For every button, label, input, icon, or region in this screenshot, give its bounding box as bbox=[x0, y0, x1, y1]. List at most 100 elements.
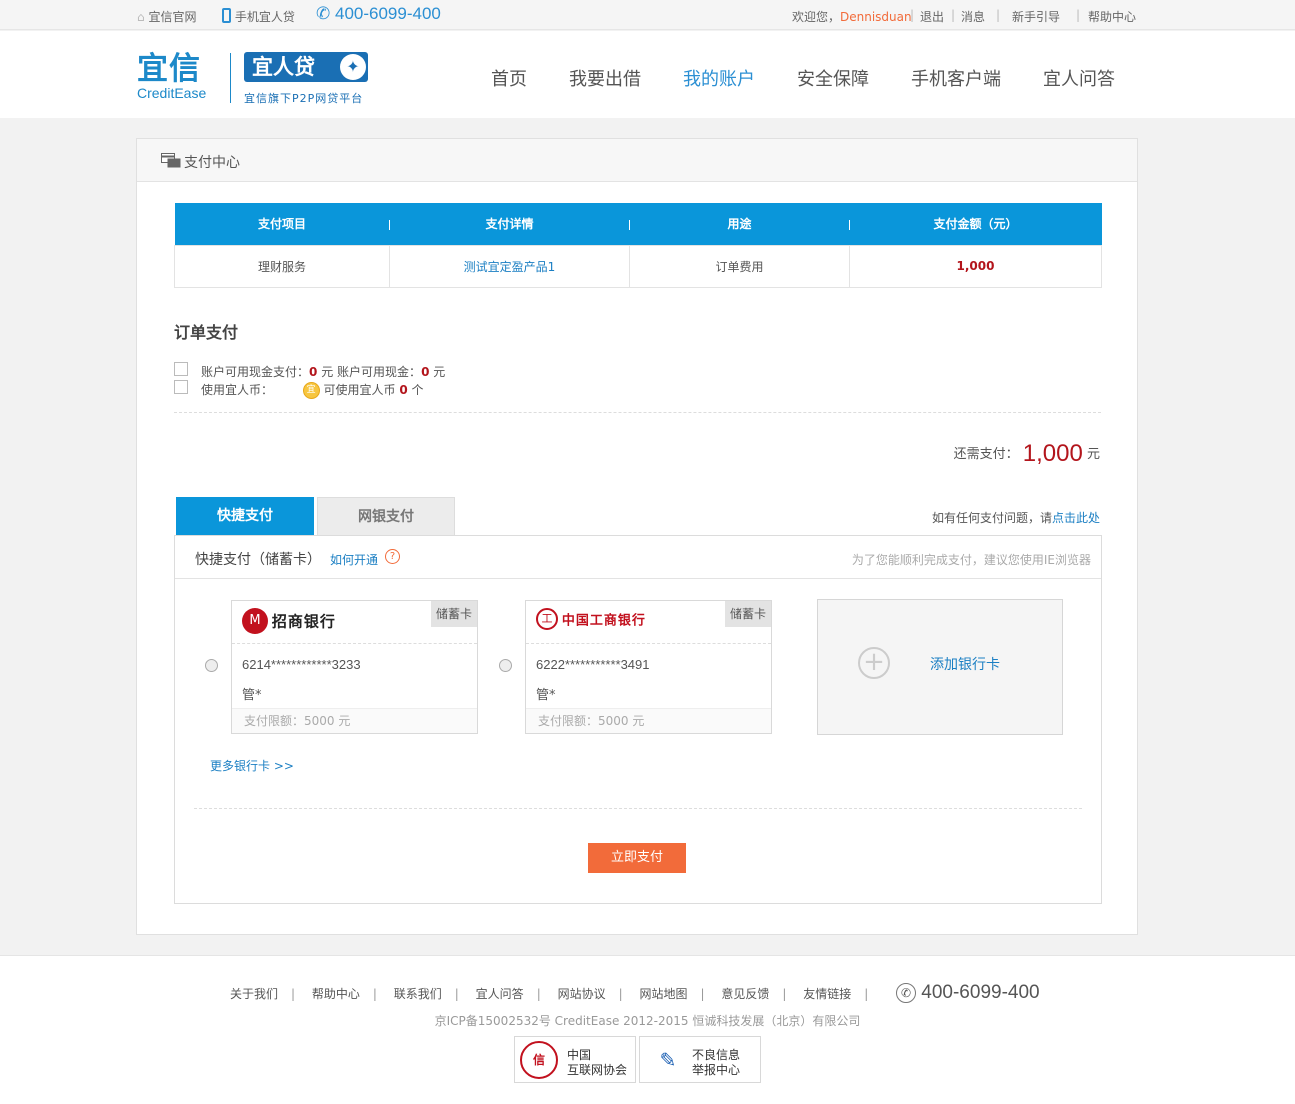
table-cell-amount: 1,000 bbox=[849, 244, 1102, 288]
order-payment-title: 订单支付 bbox=[174, 323, 239, 342]
help-link[interactable]: 点击此处 bbox=[1052, 511, 1100, 525]
footer-link-agreement[interactable]: 网站协议 bbox=[558, 987, 606, 1001]
divider bbox=[174, 412, 1101, 413]
mobile-icon bbox=[222, 8, 231, 23]
bank-card-radio-icbc[interactable] bbox=[499, 659, 512, 672]
guide-link[interactable]: 新手引导 bbox=[1012, 8, 1060, 25]
page-title: 支付中心 bbox=[184, 155, 240, 171]
table-row: 理财服务 测试宜定盈产品1 订单费用 1,000 bbox=[174, 244, 1102, 288]
cmb-logo: M 招商银行 bbox=[242, 608, 336, 636]
footer-link-sitemap[interactable]: 网站地图 bbox=[639, 987, 687, 1001]
table-header: 支付详情 bbox=[389, 203, 630, 245]
report-center-icon: ✎ bbox=[659, 1048, 677, 1072]
yirendai-logo[interactable]: 宜人贷 ✦ bbox=[244, 52, 368, 82]
welcome-text: 欢迎您，Dennisduan bbox=[792, 10, 912, 24]
amount-due-value: 1,000 bbox=[1022, 440, 1083, 467]
coin-icon: 宜 bbox=[302, 382, 320, 399]
add-bank-card-label: 添加银行卡 bbox=[930, 657, 1000, 673]
nav-lend[interactable]: 我要出借 bbox=[569, 65, 641, 91]
plus-icon: + bbox=[858, 647, 890, 679]
table-cell-usage: 订单费用 bbox=[629, 244, 850, 288]
bank-card-icbc[interactable]: 工 中国工商银行 储蓄卡 6222***********3491 管* 支付限额… bbox=[525, 600, 772, 734]
top-bar: ⌂ 宜信官网 手机宜人贷 ✆ 400-6099-400 欢迎您，Dennisdu… bbox=[0, 0, 1295, 30]
nav-qa[interactable]: 宜人问答 bbox=[1043, 65, 1115, 91]
product-link[interactable]: 测试宜定盈产品1 bbox=[389, 244, 630, 288]
help-center-link[interactable]: 帮助中心 bbox=[1088, 8, 1136, 25]
footer-hotline: ✆ 400-6099-400 bbox=[896, 982, 1040, 1004]
footer-link-help[interactable]: 帮助中心 bbox=[312, 987, 360, 1001]
footer-link-qa[interactable]: 宜人问答 bbox=[476, 987, 524, 1001]
payment-icon bbox=[161, 153, 181, 168]
bank-card-radio-cmb[interactable] bbox=[205, 659, 218, 672]
cash-payment-checkbox[interactable] bbox=[174, 362, 188, 376]
table-header: 用途 bbox=[629, 203, 850, 245]
site-footer: 关于我们 | 帮助中心 | 联系我们 | 宜人问答 | 网站协议 | 网站地图 | 意见反馈… bbox=[0, 955, 1295, 1104]
report-center-seal[interactable]: ✎ 不良信息 举报中心 bbox=[639, 1036, 761, 1083]
amount-due: 还需支付： 1,000 元 bbox=[953, 440, 1100, 467]
footer-link-feedback[interactable]: 意见反馈 bbox=[721, 987, 769, 1001]
messages-link[interactable]: 消息 bbox=[961, 8, 985, 25]
quick-pay-pane: 快捷支付（储蓄卡） 如何开通 ? 为了您能顺利完成支付，建议您使用IE浏览器 M… bbox=[174, 535, 1102, 904]
footer-link-about[interactable]: 关于我们 bbox=[230, 987, 278, 1001]
browser-tip: 为了您能顺利完成支付，建议您使用IE浏览器 bbox=[851, 553, 1091, 567]
separator: | bbox=[996, 8, 1001, 22]
creditease-logo[interactable]: 宜信 CreditEase bbox=[137, 52, 206, 100]
payment-center-card: 支付中心 支付项目 支付详情 用途 支付金额（元） 理财服务 测试宜定盈产品1 … bbox=[136, 138, 1138, 935]
separator: | bbox=[1076, 8, 1081, 22]
divider bbox=[194, 808, 1082, 809]
hotline: ✆ 400-6099-400 bbox=[316, 4, 441, 23]
icbc-logo: 工 中国工商银行 bbox=[536, 608, 646, 636]
pay-now-button[interactable]: 立即支付 bbox=[588, 843, 686, 873]
table-header: 支付项目 bbox=[174, 203, 390, 245]
separator: | bbox=[910, 8, 915, 22]
logo-subtitle: 宜信旗下P2P网贷平台 bbox=[244, 92, 364, 105]
pane-title: 快捷支付（储蓄卡） bbox=[195, 552, 321, 568]
card-holder: 管* bbox=[536, 688, 556, 703]
add-bank-card-button[interactable]: + 添加银行卡 bbox=[817, 599, 1063, 735]
tab-online-banking[interactable]: 网银支付 bbox=[317, 497, 455, 536]
table-header: 支付金额（元） bbox=[849, 203, 1102, 245]
footer-link-friends[interactable]: 友情链接 bbox=[803, 987, 851, 1001]
table-cell-item: 理财服务 bbox=[174, 244, 390, 288]
nav-home[interactable]: 首页 bbox=[491, 65, 527, 91]
how-to-enable-link[interactable]: 如何开通 bbox=[330, 551, 378, 568]
separator: | bbox=[951, 8, 956, 22]
logout-link[interactable]: 退出 bbox=[920, 8, 944, 25]
card-number: 6214************3233 bbox=[242, 657, 361, 672]
card-type-badge: 储蓄卡 bbox=[725, 601, 771, 627]
site-header: 宜信 CreditEase 宜人贷 ✦ 宜信旗下P2P网贷平台 首页 我要出借 … bbox=[0, 31, 1295, 118]
username-link[interactable]: Dennisduan bbox=[840, 10, 912, 24]
coin-payment-checkbox[interactable] bbox=[174, 380, 188, 394]
more-cards-link[interactable]: 更多银行卡 >> bbox=[210, 757, 294, 774]
card-holder: 管* bbox=[242, 688, 262, 703]
tab-quick-pay[interactable]: 快捷支付 bbox=[176, 497, 314, 536]
internet-society-seal[interactable]: 信 中国 互联网协会 bbox=[514, 1036, 636, 1083]
card-limit: 支付限额：5000 元 bbox=[526, 708, 771, 733]
icbc-logo-icon: 工 bbox=[536, 608, 558, 630]
logo-divider bbox=[230, 53, 231, 103]
table-header-row: 支付项目 支付详情 用途 支付金额（元） bbox=[174, 203, 1102, 245]
order-table: 支付项目 支付详情 用途 支付金额（元） 理财服务 测试宜定盈产品1 订单费用 … bbox=[174, 203, 1102, 288]
pane-header: 快捷支付（储蓄卡） 如何开通 ? 为了您能顺利完成支付，建议您使用IE浏览器 bbox=[175, 536, 1101, 579]
card-limit: 支付限额：5000 元 bbox=[232, 708, 477, 733]
official-site-link[interactable]: ⌂ 宜信官网 bbox=[137, 8, 196, 25]
bank-card-cmb[interactable]: M 招商银行 储蓄卡 6214************3233 管* 支付限额：… bbox=[231, 600, 478, 734]
mobile-app-link[interactable]: 手机宜人贷 bbox=[222, 8, 295, 25]
question-icon[interactable]: ? bbox=[385, 549, 400, 564]
trust-seal-icon: 信 bbox=[520, 1041, 558, 1079]
cmb-logo-icon: M bbox=[242, 608, 268, 634]
mascot-icon: ✦ bbox=[340, 54, 366, 80]
phone-icon: ✆ bbox=[896, 983, 916, 1003]
home-icon: ⌂ bbox=[137, 10, 145, 24]
footer-link-contact[interactable]: 联系我们 bbox=[394, 987, 442, 1001]
footer-links: 关于我们 | 帮助中心 | 联系我们 | 宜人问答 | 网站协议 | 网站地图 | 意见反馈… bbox=[230, 987, 869, 1001]
card-number: 6222***********3491 bbox=[536, 657, 650, 672]
phone-icon: ✆ bbox=[316, 4, 331, 23]
payment-help: 如有任何支付问题，请点击此处 bbox=[931, 511, 1100, 525]
card-header: 支付中心 bbox=[137, 139, 1137, 182]
nav-my-account[interactable]: 我的账户 bbox=[683, 65, 755, 91]
nav-mobile-client[interactable]: 手机客户端 bbox=[911, 65, 1001, 91]
card-type-badge: 储蓄卡 bbox=[431, 601, 477, 627]
copyright: 京ICP备15002532号 CreditEase 2012-2015 恒诚科技… bbox=[434, 1014, 861, 1028]
nav-security[interactable]: 安全保障 bbox=[797, 65, 869, 91]
